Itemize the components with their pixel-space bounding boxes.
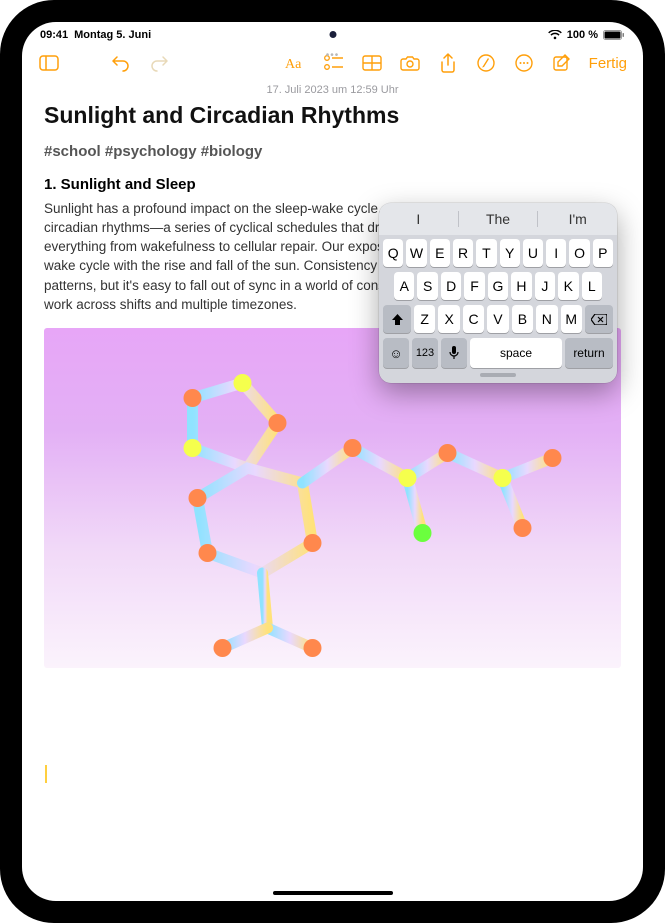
key-k[interactable]: K (558, 272, 578, 300)
camera-button[interactable] (393, 48, 427, 78)
key-h[interactable]: H (511, 272, 531, 300)
key-w[interactable]: W (406, 239, 426, 267)
svg-text:Aa: Aa (285, 57, 302, 71)
key-d[interactable]: D (441, 272, 461, 300)
backspace-key[interactable] (585, 305, 613, 333)
key-p[interactable]: P (593, 239, 613, 267)
share-button[interactable] (431, 48, 465, 78)
text-cursor (45, 765, 47, 783)
suggestion-1[interactable]: I (379, 211, 458, 227)
emoji-key[interactable]: ☺ (383, 338, 409, 368)
status-date: Montag 5. Juni (74, 29, 151, 41)
return-key[interactable]: return (565, 338, 613, 368)
note-body[interactable]: Sunlight and Circadian Rhythms #school #… (22, 102, 643, 668)
key-e[interactable]: E (430, 239, 450, 267)
front-camera (329, 31, 336, 38)
note-timestamp: 17. Juli 2023 um 12:59 Uhr (22, 82, 643, 102)
key-s[interactable]: S (417, 272, 437, 300)
table-button[interactable] (355, 48, 389, 78)
multitasking-dots-icon[interactable]: ••• (326, 50, 340, 61)
key-i[interactable]: I (546, 239, 566, 267)
key-o[interactable]: O (569, 239, 589, 267)
keyboard-drag-handle[interactable] (480, 373, 516, 377)
key-t[interactable]: T (476, 239, 496, 267)
new-note-button[interactable] (545, 48, 579, 78)
key-j[interactable]: J (535, 272, 555, 300)
section-heading[interactable]: 1. Sunlight and Sleep (44, 176, 621, 193)
keyboard-suggestions: I The I'm (379, 203, 617, 235)
key-q[interactable]: Q (383, 239, 403, 267)
floating-keyboard[interactable]: I The I'm QWERTYUIOP ASDFGHJKL ZXCVBNM (379, 203, 617, 383)
key-l[interactable]: L (582, 272, 602, 300)
key-n[interactable]: N (536, 305, 557, 333)
battery-percent: 100 % (567, 29, 598, 41)
shift-key[interactable] (383, 305, 411, 333)
suggestion-2[interactable]: The (459, 211, 538, 227)
key-f[interactable]: F (464, 272, 484, 300)
key-z[interactable]: Z (414, 305, 435, 333)
text-format-button[interactable]: Aa (279, 48, 313, 78)
suggestion-3[interactable]: I'm (538, 211, 617, 227)
key-a[interactable]: A (394, 272, 414, 300)
key-m[interactable]: M (561, 305, 582, 333)
note-title[interactable]: Sunlight and Circadian Rhythms (44, 102, 621, 129)
key-u[interactable]: U (523, 239, 543, 267)
key-x[interactable]: X (438, 305, 459, 333)
numbers-key[interactable]: 123 (412, 338, 438, 368)
undo-button[interactable] (104, 48, 138, 78)
more-button[interactable] (507, 48, 541, 78)
home-indicator[interactable] (273, 891, 393, 895)
dictation-key[interactable] (441, 338, 467, 368)
key-v[interactable]: V (487, 305, 508, 333)
battery-icon (603, 30, 625, 40)
key-b[interactable]: B (512, 305, 533, 333)
key-c[interactable]: C (463, 305, 484, 333)
done-button[interactable]: Fertig (583, 55, 633, 72)
markup-button[interactable] (469, 48, 503, 78)
wifi-icon (548, 30, 562, 40)
sidebar-toggle-button[interactable] (32, 48, 66, 78)
status-time: 09:41 (40, 29, 68, 41)
redo-button (142, 48, 176, 78)
key-g[interactable]: G (488, 272, 508, 300)
space-key[interactable]: space (470, 338, 562, 368)
key-r[interactable]: R (453, 239, 473, 267)
key-y[interactable]: Y (500, 239, 520, 267)
note-tags[interactable]: #school #psychology #biology (44, 143, 621, 160)
